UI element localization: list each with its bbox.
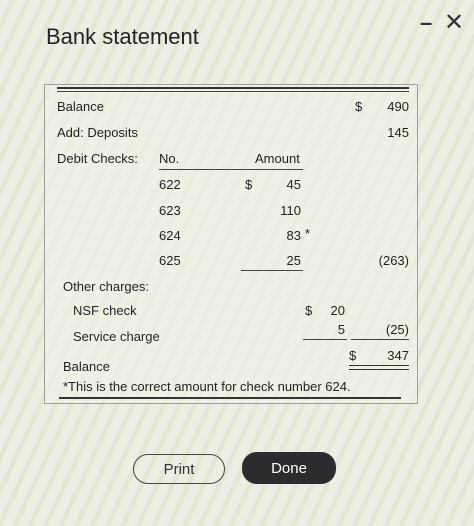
check-no: 623 — [159, 203, 181, 218]
checks-total: (263) — [378, 253, 409, 268]
check-dollar: $ — [245, 177, 253, 192]
check-amount: 45 — [286, 177, 301, 192]
close-icon[interactable]: ✕ — [444, 8, 464, 37]
ending-balance: 347 — [387, 348, 409, 363]
header-rule — [159, 169, 303, 170]
bottom-rule — [59, 397, 401, 399]
check-note-asterisk: * — [305, 226, 311, 241]
balance-amount: 490 — [387, 99, 409, 114]
other-charges-label: Other charges: — [63, 279, 149, 294]
other-sum-rule — [303, 339, 347, 340]
nsf-label: NSF check — [73, 303, 137, 318]
top-rule — [57, 87, 409, 89]
statement-panel: Balance $ 490 Add: Deposits 145 Debit Ch… — [44, 84, 418, 404]
check-amount: 25 — [286, 253, 301, 268]
balance-label: Balance — [57, 99, 104, 114]
ending-dollar: $ — [349, 348, 357, 363]
nsf-amount: 20 — [330, 303, 345, 318]
check-no: 625 — [159, 253, 181, 268]
col-no-header: No. — [159, 151, 180, 166]
other-total: (25) — [385, 322, 409, 337]
ending-double-rule — [349, 365, 409, 370]
bank-statement-window: Bank statement – ✕ Balance $ 490 Add: De… — [0, 0, 474, 526]
done-button[interactable]: Done — [242, 452, 336, 484]
debit-checks-label: Debit Checks: — [57, 151, 138, 166]
check-no: 624 — [159, 228, 181, 243]
ending-balance-label: Balance — [63, 359, 110, 374]
check-amount: 83 — [286, 228, 301, 243]
footnote: *This is the correct amount for check nu… — [63, 379, 351, 394]
balance-dollar: $ — [355, 99, 363, 114]
top-rule-inner — [57, 91, 409, 92]
minimize-icon[interactable]: – — [420, 10, 432, 36]
service-label: Service charge — [73, 329, 160, 344]
subtotal-rule — [351, 339, 409, 340]
window-title: Bank statement — [46, 24, 199, 49]
service-amount: 5 — [337, 322, 345, 337]
deposits-amount: 145 — [387, 125, 409, 140]
nsf-dollar: $ — [305, 303, 313, 318]
checks-sum-rule — [241, 270, 303, 271]
col-amount-header: Amount — [255, 151, 300, 166]
check-no: 622 — [159, 177, 181, 192]
check-amount: 110 — [280, 203, 301, 218]
deposits-label: Add: Deposits — [57, 125, 138, 140]
print-button[interactable]: Print — [133, 454, 225, 484]
